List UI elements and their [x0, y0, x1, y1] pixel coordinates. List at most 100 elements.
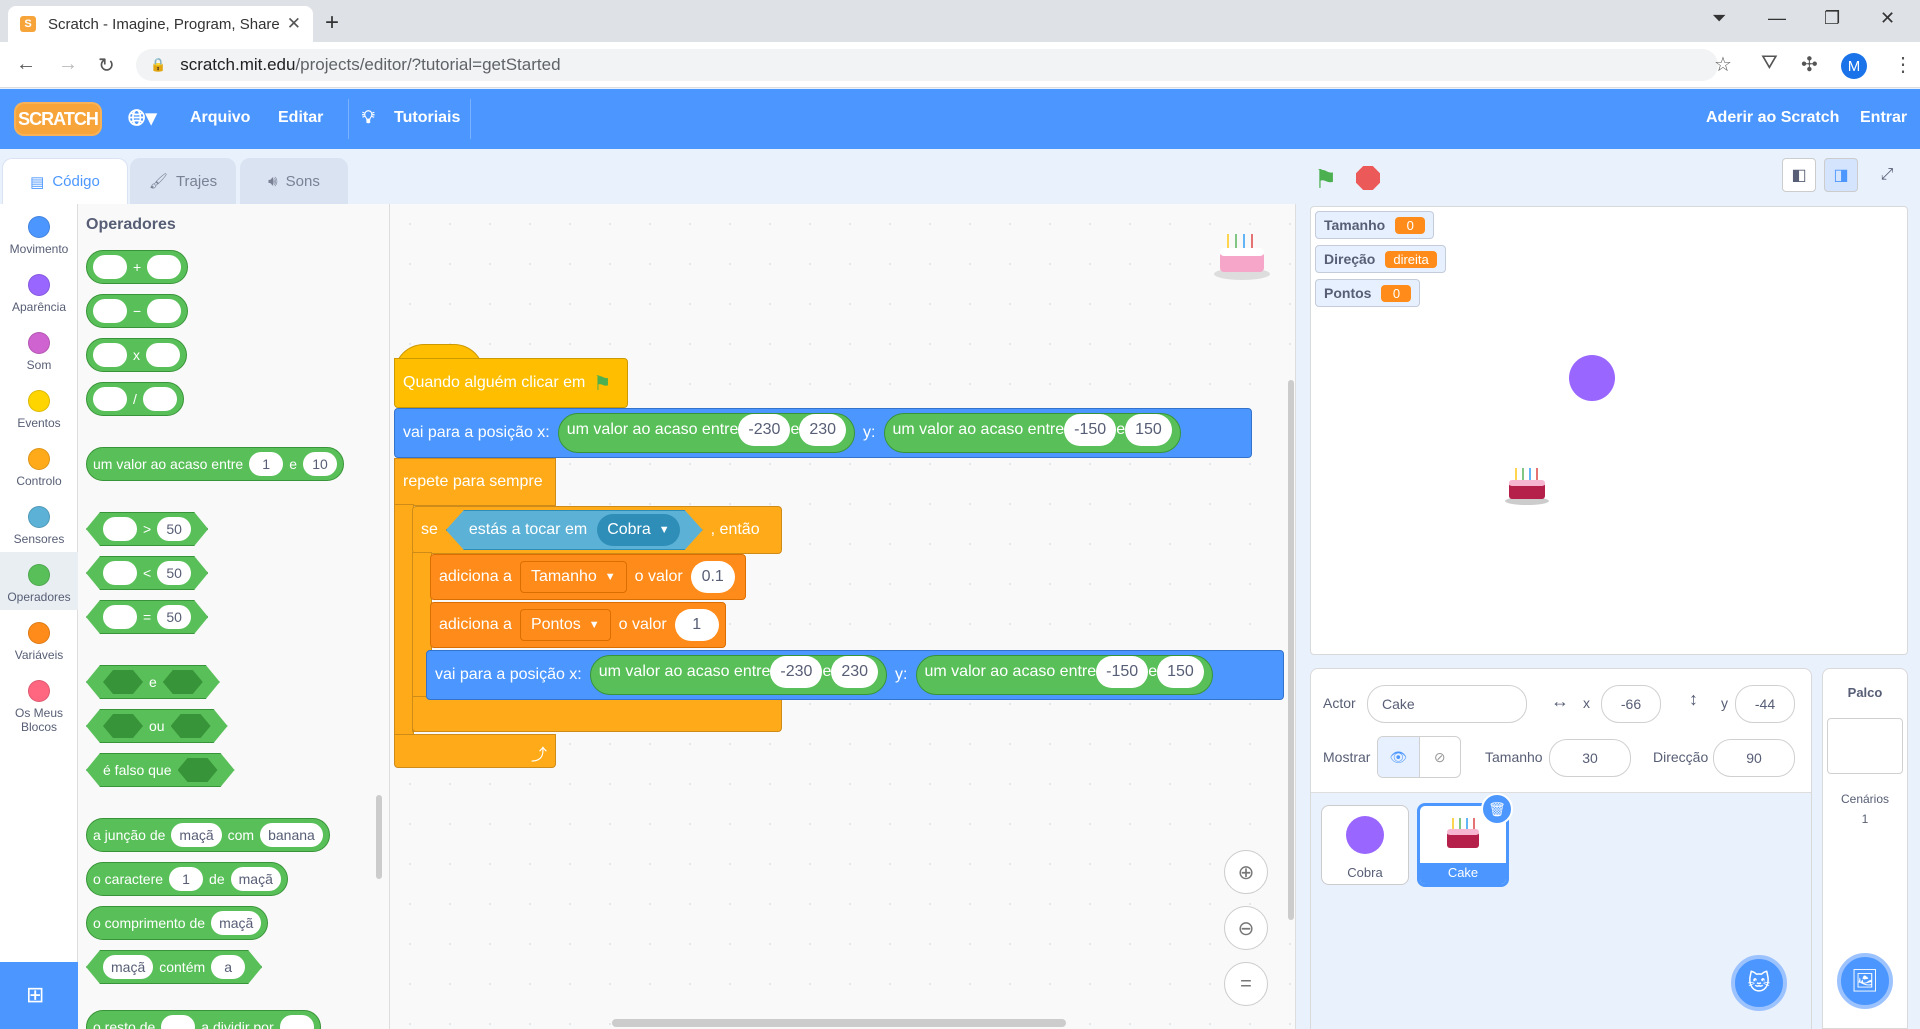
random-block[interactable]: um valor ao acaso entre 1 e 10: [86, 447, 344, 481]
zoom-in-icon[interactable]: ⊕: [1224, 850, 1268, 894]
zoom-out-icon[interactable]: ⊖: [1224, 906, 1268, 950]
block-input[interactable]: [93, 299, 127, 323]
zoom-reset-icon[interactable]: =: [1224, 962, 1268, 1006]
eye-hidden-icon[interactable]: ⊘: [1418, 737, 1461, 777]
greater-than-block[interactable]: >50: [86, 512, 208, 546]
variable-dropdown[interactable]: Tamanho ▼: [519, 561, 627, 593]
cake-sprite[interactable]: [1503, 463, 1551, 507]
category-variables[interactable]: Variáveis: [0, 622, 78, 662]
block-input[interactable]: [93, 387, 127, 411]
eye-icon[interactable]: 👁︎: [1378, 737, 1419, 777]
block-input[interactable]: -150: [1064, 414, 1117, 446]
block-input[interactable]: maçã: [230, 867, 281, 891]
stop-icon[interactable]: [1356, 166, 1380, 190]
bookmark-star-icon[interactable]: ☆: [1714, 52, 1732, 77]
subtract-block[interactable]: −: [86, 294, 189, 328]
boolean-slot[interactable]: [178, 758, 218, 782]
block-input[interactable]: 1: [169, 867, 204, 891]
mod-block[interactable]: o resto de a dividir por: [86, 1010, 321, 1029]
block-input[interactable]: 50: [157, 517, 191, 541]
multiply-block[interactable]: x: [86, 338, 187, 372]
extension-icon[interactable]: ⛛: [1761, 52, 1778, 75]
more-menu-icon[interactable]: ⋮: [1893, 52, 1913, 77]
random-reporter[interactable]: um valor ao acaso entre -230 e 230: [589, 655, 888, 695]
new-tab-button[interactable]: +: [325, 9, 339, 37]
menu-file[interactable]: Arquivo: [190, 109, 250, 127]
variable-monitor[interactable]: Pontos 0: [1315, 279, 1421, 307]
block-input[interactable]: 1: [674, 609, 719, 641]
menu-edit[interactable]: Editar: [278, 109, 323, 127]
boolean-slot[interactable]: [103, 714, 143, 738]
block-input[interactable]: 50: [157, 561, 191, 585]
stage-target-pane[interactable]: Palco Cenários 1 🖼︎: [1822, 668, 1908, 1029]
block-input[interactable]: [279, 1015, 314, 1029]
category-sensing[interactable]: Sensores: [0, 506, 78, 546]
touching-dropdown[interactable]: Cobra ▼: [597, 514, 679, 546]
scratch-logo[interactable]: SCRATCH: [14, 102, 102, 136]
category-my-blocks[interactable]: Os Meus Blocos: [0, 680, 78, 734]
block-input[interactable]: 50: [157, 605, 191, 629]
tab-code[interactable]: ▤ Código: [2, 158, 128, 204]
category-events[interactable]: Eventos: [0, 390, 78, 430]
boolean-slot[interactable]: [163, 670, 203, 694]
block-input[interactable]: [93, 255, 127, 279]
category-motion[interactable]: Movimento: [0, 216, 78, 256]
reload-icon[interactable]: ↻: [98, 53, 115, 78]
block-input[interactable]: maçã: [103, 955, 153, 979]
normal-stage-icon[interactable]: ◨: [1824, 158, 1858, 192]
fullscreen-icon[interactable]: ⤢: [1870, 158, 1904, 192]
add-extension-button[interactable]: ⊞: [0, 962, 78, 1029]
add-sprite-button[interactable]: 🐱︎: [1731, 955, 1787, 1011]
random-reporter[interactable]: um valor ao acaso entre -150 e 150: [883, 413, 1181, 453]
contains-block[interactable]: maçã contém a: [86, 950, 262, 984]
profile-avatar[interactable]: M: [1841, 53, 1867, 79]
if-then-block[interactable]: se estás a tocar em Cobra ▼ , então: [412, 506, 782, 554]
variable-monitor[interactable]: Tamanho 0: [1315, 211, 1435, 239]
change-variable-block[interactable]: adiciona a Tamanho ▼ o valor 0.1: [430, 554, 746, 600]
join-scratch-link[interactable]: Aderir ao Scratch: [1706, 109, 1839, 127]
script-vertical-scrollbar[interactable]: [1288, 380, 1294, 920]
url-bar[interactable]: 🔒 scratch.mit.edu/projects/editor/?tutor…: [136, 49, 1718, 81]
block-input[interactable]: 0.1: [690, 561, 735, 593]
variable-monitor[interactable]: Direção direita: [1315, 245, 1446, 273]
random-reporter[interactable]: um valor ao acaso entre -230 e 230: [557, 413, 856, 453]
add-backdrop-button[interactable]: 🖼︎: [1837, 953, 1893, 1009]
direction-field[interactable]: 90: [1713, 739, 1795, 777]
when-flag-clicked-block[interactable]: Quando alguém clicar em ⚑: [394, 358, 628, 408]
length-block[interactable]: o comprimento de maçã: [86, 906, 269, 940]
block-input[interactable]: 10: [303, 452, 337, 476]
go-to-xy-block[interactable]: vai para a posição x: um valor ao acaso …: [426, 650, 1284, 700]
size-field[interactable]: 30: [1549, 739, 1631, 777]
category-control[interactable]: Controlo: [0, 448, 78, 488]
random-reporter[interactable]: um valor ao acaso entre -150 e 150: [915, 655, 1213, 695]
sprite-tile-cobra[interactable]: Cobra: [1321, 805, 1409, 885]
block-input[interactable]: [93, 343, 127, 367]
less-than-block[interactable]: <50: [86, 556, 208, 590]
y-field[interactable]: -44: [1735, 685, 1795, 723]
block-input[interactable]: -230: [770, 656, 823, 688]
cobra-sprite[interactable]: [1569, 355, 1615, 401]
close-tab-icon[interactable]: ✕: [287, 14, 301, 34]
boolean-slot[interactable]: [171, 714, 211, 738]
not-block[interactable]: é falso que: [86, 753, 235, 787]
block-input[interactable]: banana: [260, 823, 323, 847]
letter-of-block[interactable]: o caractere 1 de maçã: [86, 862, 288, 896]
and-block[interactable]: e: [86, 665, 220, 699]
variable-dropdown[interactable]: Pontos ▼: [519, 609, 611, 641]
stage[interactable]: Tamanho 0 Direção direita Pontos 0: [1310, 206, 1908, 655]
equals-block[interactable]: = 50: [86, 600, 208, 634]
touching-block[interactable]: estás a tocar em Cobra ▼: [446, 510, 703, 550]
browser-tab[interactable]: S Scratch - Imagine, Program, Share ✕: [8, 6, 313, 42]
change-variable-block[interactable]: adiciona a Pontos ▼ o valor 1: [430, 602, 726, 648]
tab-sounds[interactable]: 🔊︎ Sons: [240, 158, 348, 204]
block-input[interactable]: [161, 1015, 196, 1029]
block-input[interactable]: [103, 561, 137, 585]
tab-costumes[interactable]: 🖌︎ Trajes: [130, 158, 236, 204]
category-sound[interactable]: Som: [0, 332, 78, 372]
back-icon[interactable]: ←: [16, 53, 36, 76]
small-stage-icon[interactable]: ◧: [1782, 158, 1816, 192]
block-input[interactable]: -150: [1096, 656, 1149, 688]
block-input[interactable]: [142, 387, 177, 411]
sign-in-link[interactable]: Entrar: [1860, 109, 1907, 127]
forever-block[interactable]: repete para sempre: [394, 458, 556, 506]
